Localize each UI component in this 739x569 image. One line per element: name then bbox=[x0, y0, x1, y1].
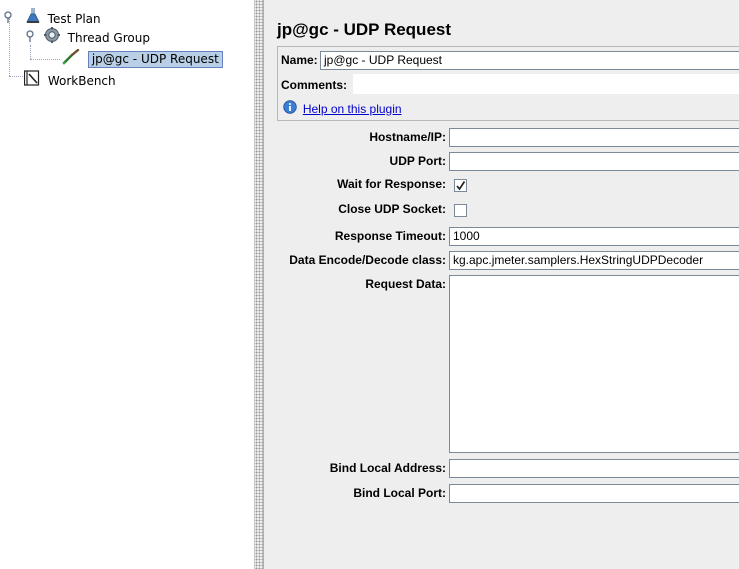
bind-address-field[interactable] bbox=[449, 459, 739, 478]
info-icon bbox=[283, 100, 297, 117]
name-field[interactable]: jp@gc - UDP Request bbox=[320, 51, 739, 70]
dropper-sampler-icon bbox=[62, 48, 80, 70]
hostname-label: Hostname/IP: bbox=[369, 130, 446, 144]
tree-item-label: Thread Group bbox=[67, 30, 150, 45]
tree-item-workbench[interactable]: WorkBench bbox=[23, 70, 116, 91]
close-socket-label: Close UDP Socket: bbox=[338, 202, 446, 216]
tree-item-udp-request[interactable]: jp@gc - UDP Request bbox=[62, 48, 223, 70]
split-pane-divider[interactable] bbox=[254, 0, 264, 569]
tree-connector bbox=[30, 45, 31, 59]
comments-field[interactable] bbox=[353, 74, 739, 94]
bind-address-label: Bind Local Address: bbox=[329, 461, 446, 475]
close-socket-checkbox[interactable] bbox=[454, 204, 467, 217]
hostname-field[interactable] bbox=[449, 128, 739, 147]
tree-connector bbox=[9, 76, 23, 77]
request-data-label: Request Data: bbox=[365, 277, 446, 291]
collapse-toggle-icon[interactable] bbox=[4, 10, 16, 28]
bind-port-field[interactable] bbox=[449, 484, 739, 503]
collapse-toggle-icon[interactable] bbox=[26, 29, 38, 47]
wait-response-checkbox[interactable] bbox=[454, 179, 467, 192]
test-plan-tree[interactable]: Test Plan Thread Group jp@gc - UDP Reque… bbox=[0, 0, 254, 569]
bind-port-label: Bind Local Port: bbox=[353, 486, 446, 500]
notebook-icon bbox=[23, 70, 40, 91]
encode-class-label: Data Encode/Decode class: bbox=[289, 253, 446, 267]
request-data-textarea[interactable] bbox=[449, 275, 739, 453]
sampler-config-panel: jp@gc - UDP Request Name: jp@gc - UDP Re… bbox=[268, 0, 739, 569]
response-timeout-label: Response Timeout: bbox=[334, 229, 446, 243]
name-comments-group: Name: jp@gc - UDP Request Comments: Help… bbox=[277, 46, 739, 121]
tree-item-test-plan[interactable]: Test Plan bbox=[4, 8, 101, 26]
tree-item-thread-group[interactable]: Thread Group bbox=[26, 27, 150, 45]
checkmark-icon bbox=[456, 181, 466, 191]
encode-class-field[interactable]: kg.apc.jmeter.samplers.HexStringUDPDecod… bbox=[449, 251, 739, 270]
help-row: Help on this plugin bbox=[283, 100, 402, 117]
gear-icon bbox=[43, 27, 60, 48]
help-link[interactable]: Help on this plugin bbox=[303, 102, 402, 116]
tree-item-label: Test Plan bbox=[47, 11, 101, 26]
test-plan-flask-icon bbox=[26, 8, 40, 29]
udp-port-label: UDP Port: bbox=[389, 154, 446, 168]
tree-connector bbox=[30, 59, 60, 60]
wait-response-label: Wait for Response: bbox=[337, 177, 446, 191]
tree-item-label: WorkBench bbox=[47, 73, 116, 88]
tree-item-label: jp@gc - UDP Request bbox=[87, 51, 223, 68]
page-title: jp@gc - UDP Request bbox=[277, 20, 452, 39]
udp-port-field[interactable] bbox=[449, 152, 739, 171]
comments-label: Comments: bbox=[281, 78, 348, 92]
response-timeout-field[interactable]: 1000 bbox=[449, 227, 739, 246]
name-label: Name: bbox=[281, 53, 318, 67]
